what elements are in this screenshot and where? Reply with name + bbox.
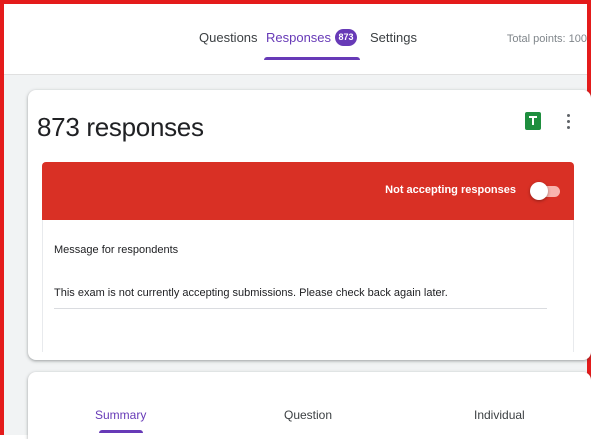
form-tabs: Questions Responses 873 Settings [4,29,587,60]
active-tab-indicator [264,57,360,60]
subtab-individual-label: Individual [474,408,525,422]
more-vert-icon[interactable] [563,112,573,132]
more-dot [567,126,570,129]
responses-count: 873 responses [37,112,204,142]
top-bar: Questions Responses 873 Settings Total po… [4,4,587,75]
tab-responses-label: Responses [266,30,332,45]
active-subtab-indicator [99,430,143,433]
tab-settings[interactable]: Settings [370,29,417,59]
message-label: Message for respondents [54,244,179,256]
tab-settings-label: Settings [370,30,417,45]
tab-questions[interactable]: Questions [199,29,258,59]
accepting-responses-banner: Not accepting responses [42,162,574,220]
subtab-question-label: Question [284,408,333,422]
total-points: Total points: 100 [506,33,587,45]
subtab-individual[interactable]: Individual [474,408,525,422]
more-dot [567,120,570,123]
responses-card: 873 responses Not accepting responses Me… [28,90,591,360]
accepting-responses-label: Not accepting responses [385,184,516,196]
subtab-question[interactable]: Question [284,408,332,422]
tab-questions-label: Questions [199,30,258,45]
message-input-underline [54,308,547,309]
responses-count-badge: 873 [335,29,358,47]
subtab-summary-label: Summary [95,408,147,422]
message-input[interactable]: This exam is not currently accepting sub… [54,287,448,299]
message-for-respondents: Message for respondents This exam is not… [42,220,574,352]
subtab-summary[interactable]: Summary [95,408,147,433]
more-dot [567,114,570,117]
accepting-responses-toggle[interactable] [530,182,560,200]
screenshot-frame: Questions Responses 873 Settings Total po… [0,0,591,439]
response-view-tabs: Summary Question Individual [28,372,591,439]
toggle-knob [530,182,548,200]
sheets-icon[interactable] [525,112,541,130]
tab-responses[interactable]: Responses 873 [264,29,360,60]
